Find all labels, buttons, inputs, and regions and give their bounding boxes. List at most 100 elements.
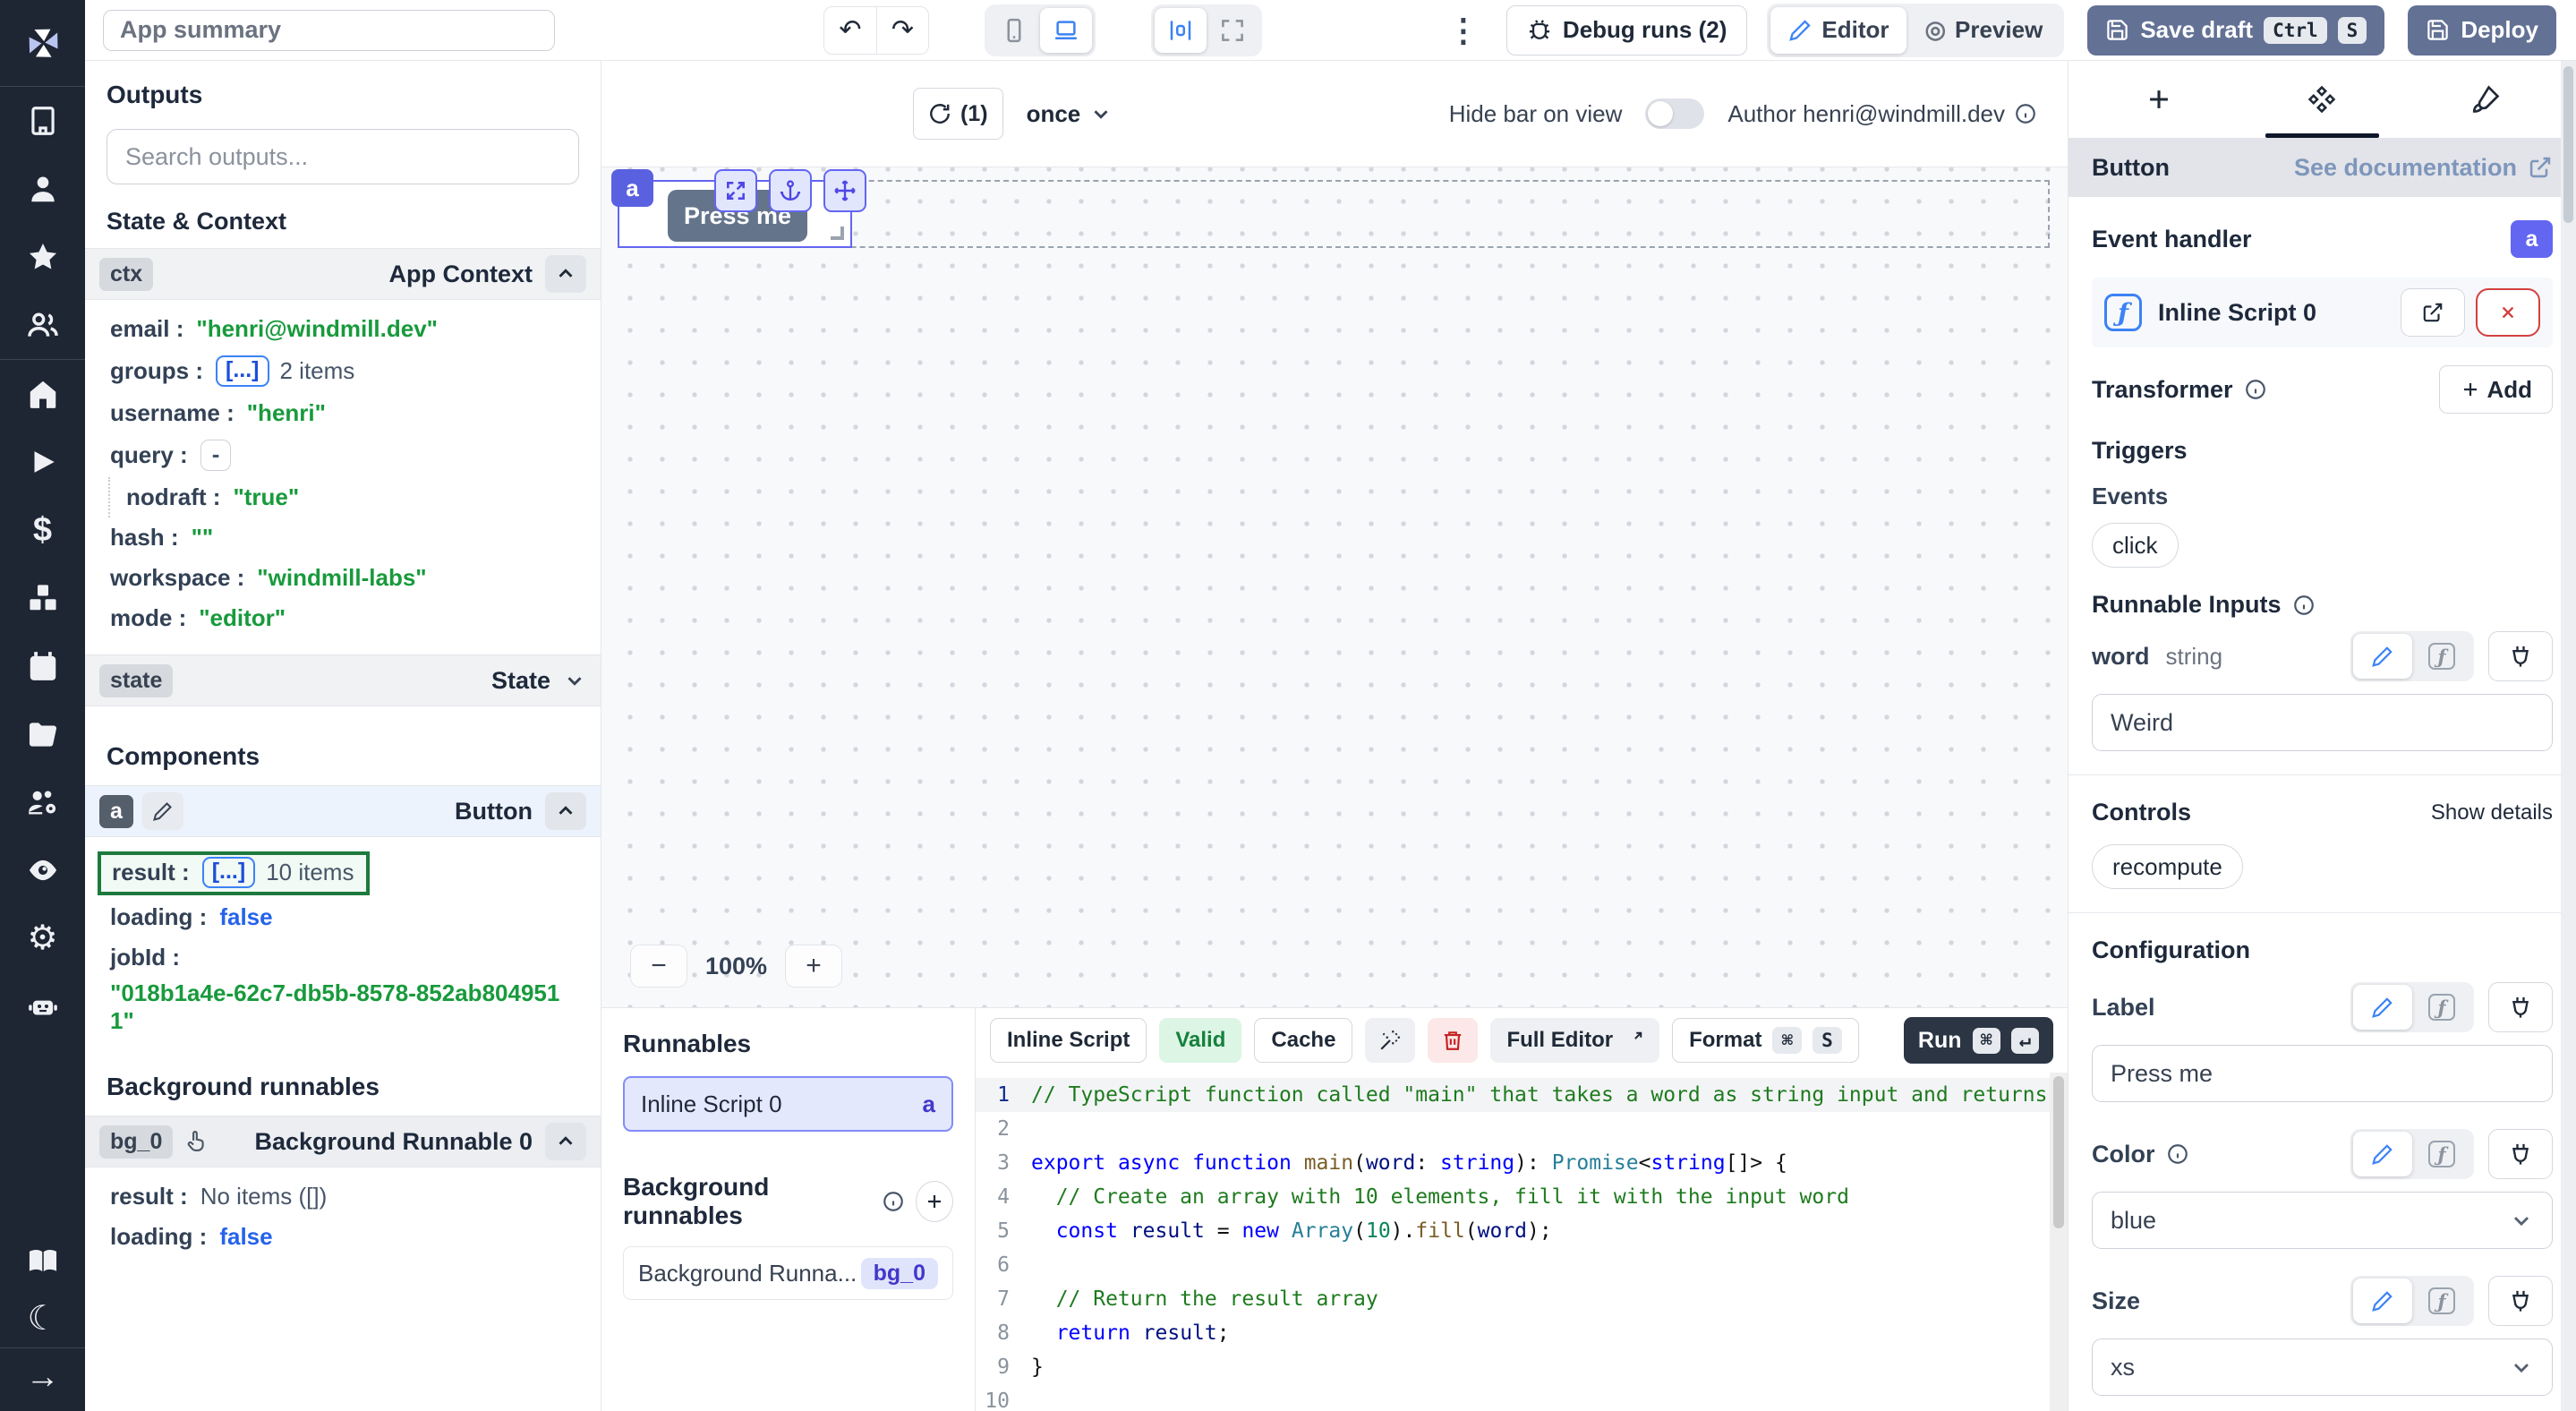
zoom-in-button[interactable]: + [785,945,842,988]
deploy-button[interactable]: Deploy [2408,5,2556,56]
see-documentation-link[interactable]: See documentation [2294,154,2553,182]
ctx-row-hash[interactable]: hash"" [85,517,601,558]
tab-editor[interactable]: Editor [1770,7,1906,54]
sidebar-item-schedules[interactable] [0,632,85,700]
connect-input-button[interactable] [2488,1129,2553,1179]
label-value-input[interactable] [2092,1045,2553,1102]
cache-button[interactable]: Cache [1254,1018,1352,1063]
format-button[interactable]: Format ⌘ S [1672,1018,1859,1063]
eval-mode-button[interactable]: ƒ [2412,985,2471,1030]
refresh-schedule-select[interactable]: once [1027,100,1113,128]
hide-bar-toggle[interactable] [1645,98,1704,129]
code-line[interactable]: 9} [976,1350,2068,1384]
inline-script-tab[interactable]: Inline Script [990,1018,1147,1063]
ai-assist-button[interactable] [1365,1018,1415,1063]
centered-layout-button[interactable] [1155,8,1207,53]
undo-button[interactable]: ↶ [824,7,876,54]
right-panel-scrollbar[interactable] [2561,61,2576,1411]
sidebar-item-folders[interactable] [0,700,85,768]
info-icon[interactable] [2014,102,2037,125]
ctx-row-nodraft[interactable]: nodraft"true" [108,477,601,517]
redo-button[interactable]: ↷ [876,7,928,54]
info-icon[interactable] [2166,1142,2189,1166]
recompute-control-pill[interactable]: recompute [2092,844,2243,889]
code-line[interactable]: 7 // Return the result array [976,1282,2068,1316]
ctx-row-groups[interactable]: groups[...]2 items [85,349,601,393]
add-transformer-button[interactable]: Add [2439,365,2553,414]
connect-input-button[interactable] [2488,1276,2553,1326]
sidebar-item-ai[interactable] [0,972,85,1040]
debug-runs-button[interactable]: Debug runs (2) [1506,5,1747,56]
connect-input-button[interactable] [2488,982,2553,1032]
code-line[interactable]: 6 [976,1248,2068,1282]
add-background-runnable-button[interactable] [916,1181,953,1222]
zoom-out-button[interactable]: − [630,945,687,988]
bg-runnable-header[interactable]: bg_0 Background Runnable 0 [85,1116,601,1167]
windmill-logo-icon[interactable] [0,0,85,86]
sidebar-item-user[interactable] [0,155,85,223]
sidebar-item-favorites[interactable] [0,223,85,291]
info-icon[interactable] [2244,378,2267,401]
collapse-ctx-button[interactable] [545,255,586,293]
sidebar-item-groups[interactable] [0,291,85,359]
refresh-runnables-button[interactable]: (1) [913,88,1003,140]
eval-mode-button[interactable]: ƒ [2412,634,2471,679]
sidebar-item-settings[interactable]: ⚙ [0,904,85,972]
sidebar-item-workers[interactable] [0,768,85,836]
scrollbar-thumb[interactable] [2053,1076,2064,1228]
anchor-component-button[interactable] [769,169,812,212]
expand-array-button[interactable]: [...] [216,355,269,387]
ctx-section-header[interactable]: ctx App Context [85,248,601,300]
show-details-link[interactable]: Show details [2431,800,2553,825]
search-outputs-input[interactable] [107,129,579,184]
mobile-view-button[interactable] [988,8,1040,53]
rename-component-button[interactable] [142,792,183,830]
static-mode-button[interactable] [2353,985,2412,1030]
app-canvas[interactable]: Press me a [601,167,2068,1007]
attached-script-row[interactable]: ƒ Inline Script 0 [2092,278,2553,347]
delete-script-button[interactable] [1428,1018,1478,1063]
fullwidth-layout-button[interactable] [1207,8,1258,53]
code-editor[interactable]: 1// TypeScript function called "main" th… [976,1073,2068,1411]
run-script-button[interactable]: Run ⌘ ↵ [1904,1017,2053,1064]
save-draft-button[interactable]: Save draft Ctrl S [2087,5,2384,56]
dark-mode-toggle[interactable]: ☾ [0,1290,85,1347]
code-line[interactable]: 1// TypeScript function called "main" th… [976,1078,2068,1112]
connect-input-button[interactable] [2488,631,2553,681]
state-section-header[interactable]: state State [85,654,601,706]
expand-object-button[interactable]: - [200,440,232,471]
ctx-row-username[interactable]: username"henri" [85,393,601,433]
expand-array-button[interactable]: [...] [202,857,256,888]
desktop-view-button[interactable] [1040,8,1092,53]
ctx-row-query[interactable]: query- [85,433,601,477]
sidebar-item-docs[interactable] [0,1233,85,1290]
word-value-input[interactable] [2092,694,2553,751]
tab-insert-component[interactable] [2077,61,2240,138]
app-summary-input[interactable] [103,10,555,51]
scrollbar-thumb[interactable] [2563,66,2573,223]
eval-mode-button[interactable]: ƒ [2412,1278,2471,1323]
runnable-item-background[interactable]: Background Runna... bg_0 [623,1246,953,1300]
expand-component-button[interactable] [714,169,757,212]
code-scrollbar[interactable] [2050,1073,2068,1411]
more-options-button[interactable]: ⋮ [1435,14,1492,47]
code-line[interactable]: 8 return result; [976,1316,2068,1350]
jobid-row[interactable]: jobId [85,937,601,978]
sidebar-item-workspace[interactable] [0,87,85,155]
sidebar-item-audit-logs[interactable] [0,836,85,904]
code-line[interactable]: 2 [976,1112,2068,1146]
bg-result-row[interactable]: resultNo items ([]) [85,1176,601,1217]
sidebar-item-variables[interactable]: $ [0,496,85,564]
sidebar-item-home[interactable] [0,360,85,428]
runnable-item-inline-script[interactable]: Inline Script 0 a [623,1076,953,1132]
expand-state-button[interactable] [563,669,586,692]
ctx-row-email[interactable]: email"henri@windmill.dev" [85,309,601,349]
result-row-highlighted[interactable]: result [...] 10 items [98,851,370,895]
button-component-header[interactable]: a Button [85,785,601,837]
sidebar-item-resources[interactable] [0,564,85,632]
collapse-component-button[interactable] [545,792,586,830]
move-component-button[interactable] [823,169,866,212]
color-select[interactable]: blue [2092,1192,2553,1249]
code-line[interactable]: 4 // Create an array with 10 elements, f… [976,1180,2068,1214]
code-line[interactable]: 5 const result = new Array(10).fill(word… [976,1214,2068,1248]
